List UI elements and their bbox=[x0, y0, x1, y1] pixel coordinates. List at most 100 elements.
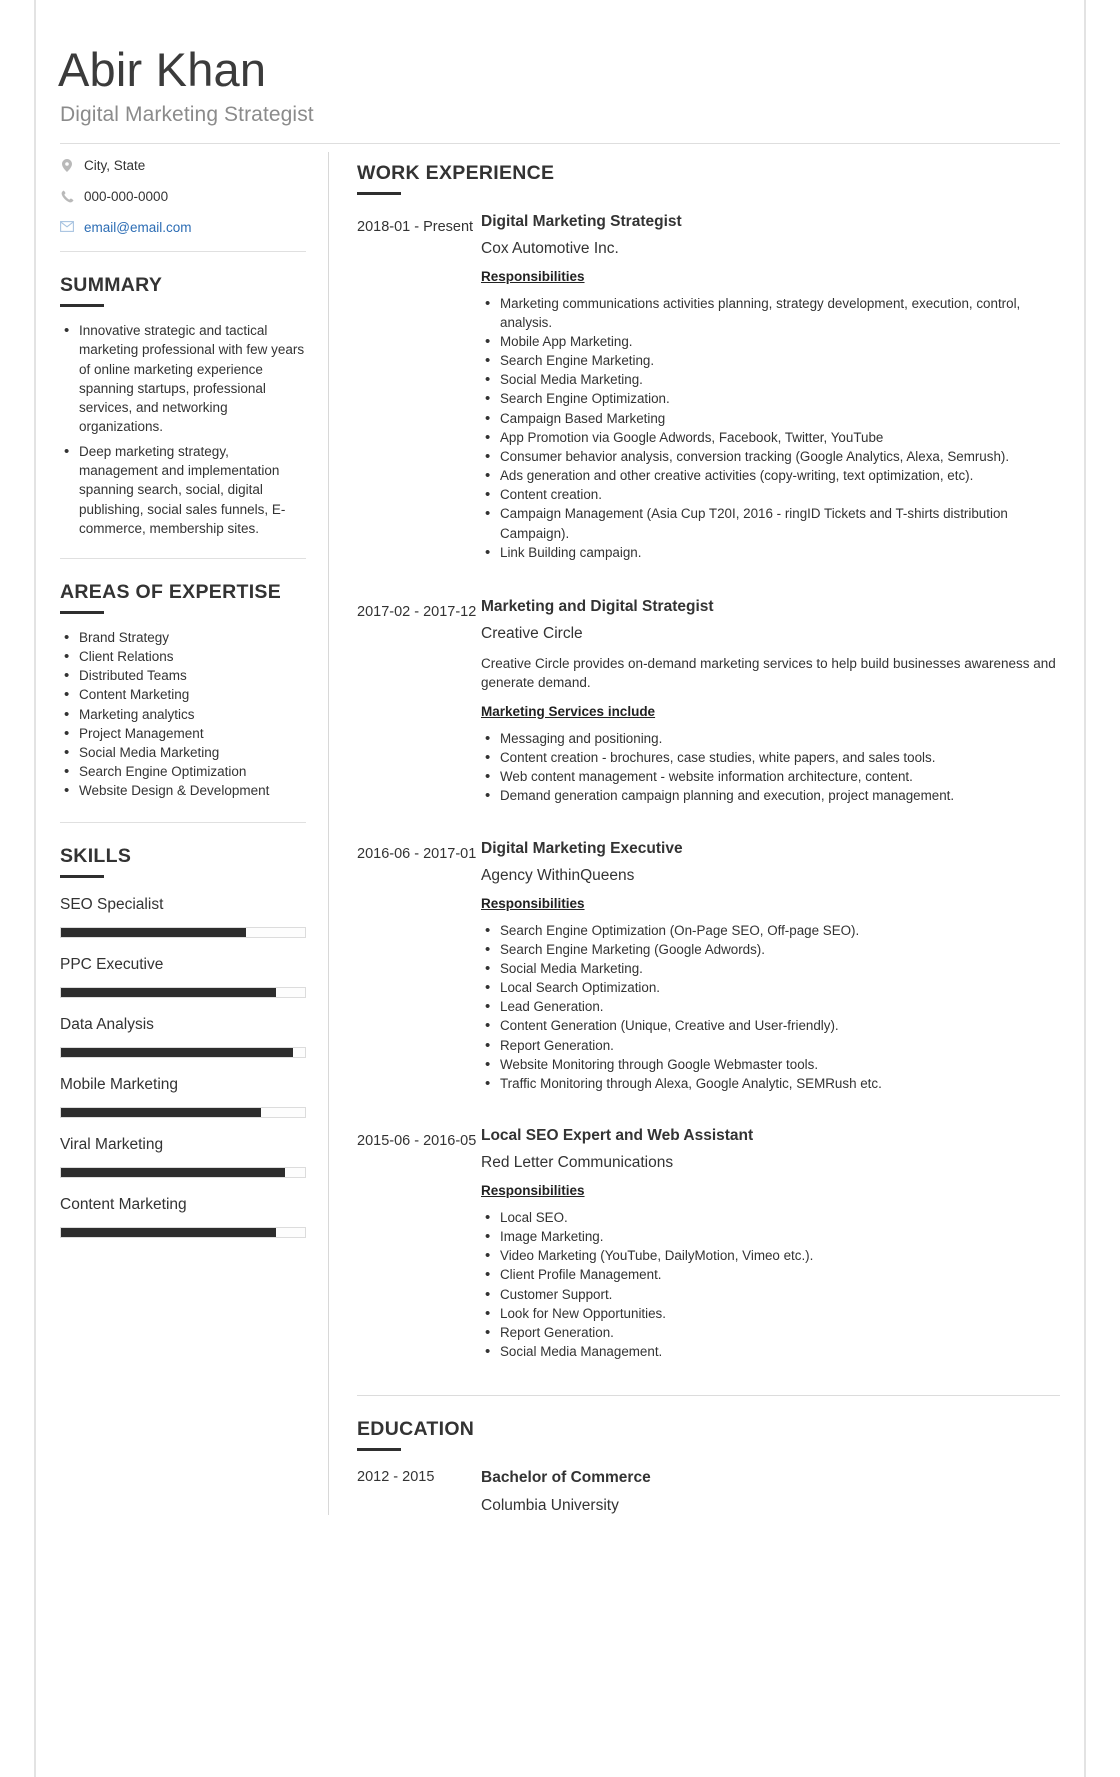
page-right-border bbox=[1084, 0, 1086, 1777]
list-item: Search Engine Optimization. bbox=[481, 388, 1060, 410]
list-item: Campaign Management (Asia Cup T20I, 2016… bbox=[481, 503, 1060, 542]
list-item: Project Management bbox=[60, 723, 306, 744]
work-entry-org: Cox Automotive Inc. bbox=[481, 239, 619, 257]
list-item: Content Marketing bbox=[60, 684, 306, 705]
resume-header: Abir Khan Digital Marketing Strategist bbox=[40, 43, 1080, 144]
list-item: Messaging and positioning. bbox=[481, 728, 1060, 750]
work-entry: 2018-01 - Present Digital Marketing Stra… bbox=[357, 212, 1066, 564]
list-item: Image Marketing. bbox=[481, 1226, 1060, 1248]
list-item: Content creation - brochures, case studi… bbox=[481, 747, 1060, 769]
skill-label: Viral Marketing bbox=[60, 1136, 164, 1154]
list-item: Content creation. bbox=[481, 484, 1060, 506]
education-heading-underline bbox=[357, 1448, 401, 1452]
skill-bar-track bbox=[60, 1167, 306, 1179]
skill-bar-track bbox=[60, 1107, 306, 1119]
list-item: Customer Support. bbox=[481, 1284, 1060, 1306]
list-item: Search Engine Optimization bbox=[60, 761, 306, 782]
list-item: Mobile App Marketing. bbox=[481, 331, 1060, 353]
education-heading: EDUCATION bbox=[357, 1418, 475, 1441]
skill-bar-track bbox=[60, 1227, 306, 1239]
work-section: WORK EXPERIENCE 2018-01 - Present Digita… bbox=[357, 162, 1066, 1397]
skill-item: PPC Executive bbox=[60, 956, 306, 999]
contact-location-text: City, State bbox=[84, 157, 146, 173]
skills-section: SKILLS SEO Specialist PPC Executive Data… bbox=[60, 845, 306, 1239]
work-entry-bullets: Search Engine Optimization (On-Page SEO,… bbox=[481, 920, 1060, 1095]
summary-divider bbox=[60, 557, 306, 559]
expertise-divider bbox=[60, 822, 306, 824]
skill-item: Mobile Marketing bbox=[60, 1076, 306, 1119]
work-entry: 2017-02 - 2017-12 Marketing and Digital … bbox=[357, 597, 1066, 807]
summary-heading-underline bbox=[60, 304, 104, 308]
list-item: Social Media Management. bbox=[481, 1341, 1060, 1363]
skill-label: Mobile Marketing bbox=[60, 1076, 179, 1094]
list-item: Link Building campaign. bbox=[481, 542, 1060, 564]
work-entry-description: Creative Circle provides on-demand marke… bbox=[481, 655, 1056, 691]
list-item: Marketing communications activities plan… bbox=[481, 293, 1060, 332]
list-item: Web content management - website informa… bbox=[481, 766, 1060, 788]
skill-bar-track bbox=[60, 987, 306, 999]
work-entry: 2015-06 - 2016-05 Local SEO Expert and W… bbox=[357, 1126, 1066, 1363]
skills-heading: SKILLS bbox=[60, 845, 132, 868]
work-entry-bullets: Local SEO. Image Marketing. Video Market… bbox=[481, 1207, 1060, 1363]
contact-phone-text: 000-000-0000 bbox=[84, 188, 169, 204]
main-column: WORK EXPERIENCE 2018-01 - Present Digita… bbox=[329, 144, 1080, 1516]
work-entry-dates: 2018-01 - Present bbox=[357, 218, 474, 235]
list-item: Client Profile Management. bbox=[481, 1264, 1060, 1286]
work-entry-title: Local SEO Expert and Web Assistant bbox=[481, 1126, 754, 1144]
list-item: Innovative strategic and tactical market… bbox=[60, 320, 306, 436]
skill-bar-fill bbox=[61, 1108, 262, 1118]
summary-list: Innovative strategic and tactical market… bbox=[60, 320, 306, 538]
expertise-heading: AREAS OF EXPERTISE bbox=[60, 580, 282, 603]
contact-email[interactable]: email@email.com bbox=[60, 220, 306, 236]
work-heading-underline bbox=[357, 191, 401, 195]
list-item: Lead Generation. bbox=[481, 996, 1060, 1018]
list-item: Social Media Marketing. bbox=[481, 958, 1060, 980]
summary-section: SUMMARY Innovative strategic and tactica… bbox=[60, 274, 306, 559]
education-divider bbox=[357, 1395, 1060, 1397]
page-left-border bbox=[34, 0, 36, 1777]
contact-email-text[interactable]: email@email.com bbox=[84, 220, 191, 236]
work-entry-title: Digital Marketing Strategist bbox=[481, 212, 682, 230]
work-heading: WORK EXPERIENCE bbox=[357, 161, 555, 184]
skill-label: Data Analysis bbox=[60, 1016, 154, 1034]
list-item: Traffic Monitoring through Alexa, Google… bbox=[481, 1073, 1060, 1095]
work-entry-org: Agency WithinQueens bbox=[481, 866, 635, 884]
work-entry-bullets: Marketing communications activities plan… bbox=[481, 293, 1060, 564]
work-entry-bullets: Messaging and positioning. Content creat… bbox=[481, 728, 1060, 807]
skill-item: SEO Specialist bbox=[60, 896, 306, 939]
work-entry-title: Marketing and Digital Strategist bbox=[481, 597, 714, 615]
envelope-icon bbox=[60, 220, 74, 232]
list-item: Consumer behavior analysis, conversion t… bbox=[481, 446, 1060, 468]
list-item: Ads generation and other creative activi… bbox=[481, 465, 1060, 487]
list-item: Social Media Marketing. bbox=[481, 369, 1060, 391]
list-item: Content Generation (Unique, Creative and… bbox=[481, 1015, 1060, 1037]
skill-bar-track bbox=[60, 1047, 306, 1059]
work-entry-subheading: Marketing Services include bbox=[481, 703, 656, 719]
skill-label: PPC Executive bbox=[60, 956, 164, 974]
list-item: Search Engine Marketing. bbox=[481, 350, 1060, 372]
skill-bar-fill bbox=[61, 1168, 286, 1178]
skill-item: Content Marketing bbox=[60, 1196, 306, 1239]
contact-block: City, State 000-000-0000 email@email.com bbox=[60, 158, 306, 253]
skill-bar-track bbox=[60, 927, 306, 939]
list-item: Look for New Opportunities. bbox=[481, 1303, 1060, 1325]
education-entry-degree: Bachelor of Commerce bbox=[481, 1469, 651, 1487]
work-entry-title: Digital Marketing Executive bbox=[481, 839, 683, 857]
skill-label: Content Marketing bbox=[60, 1196, 187, 1214]
work-entry-subheading: Responsibilities bbox=[481, 268, 585, 284]
list-item: Video Marketing (YouTube, DailyMotion, V… bbox=[481, 1245, 1060, 1267]
list-item: Search Engine Optimization (On-Page SEO,… bbox=[481, 920, 1060, 942]
work-entry-subheading: Responsibilities bbox=[481, 1182, 585, 1198]
list-item: Distributed Teams bbox=[60, 665, 306, 686]
list-item: Campaign Based Marketing bbox=[481, 408, 1060, 430]
skill-bar-fill bbox=[61, 928, 247, 938]
summary-heading: SUMMARY bbox=[60, 274, 163, 297]
sidebar: City, State 000-000-0000 email@email.com bbox=[40, 144, 328, 1516]
list-item: Search Engine Marketing (Google Adwords)… bbox=[481, 939, 1060, 961]
location-pin-icon bbox=[60, 158, 74, 172]
education-section: EDUCATION 2012 - 2015 Bachelor of Commer… bbox=[357, 1418, 1066, 1515]
work-entry: 2016-06 - 2017-01 Digital Marketing Exec… bbox=[357, 839, 1066, 1095]
candidate-name: Abir Khan bbox=[58, 43, 267, 96]
skill-label: SEO Specialist bbox=[60, 896, 164, 914]
skills-heading-underline bbox=[60, 875, 104, 879]
